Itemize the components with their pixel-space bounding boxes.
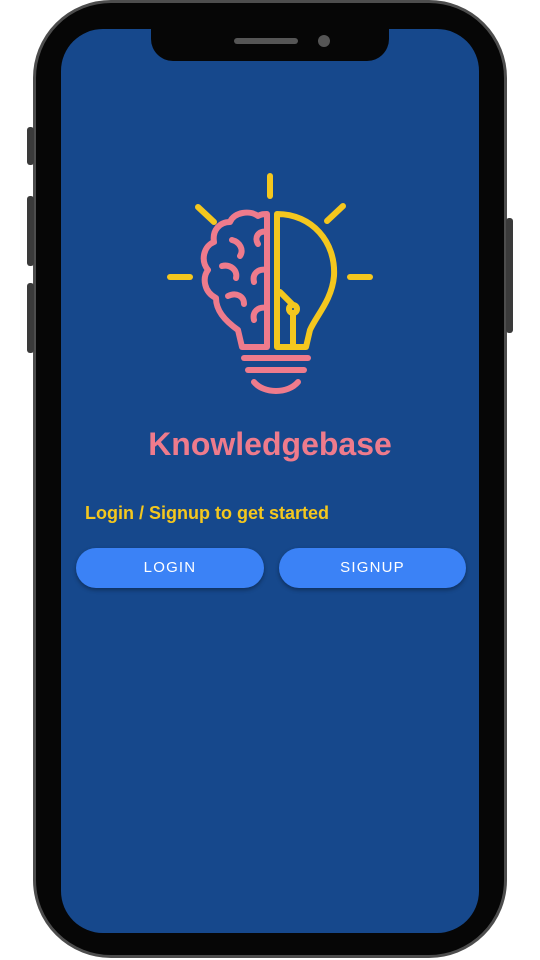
- app-screen: [61, 29, 479, 933]
- brain-lightbulb-icon: [167, 173, 373, 394]
- speaker-grille: [234, 38, 298, 44]
- power-button: [506, 218, 513, 333]
- signup-button[interactable]: SIGNUP: [279, 548, 466, 588]
- app-title: Knowledgebase: [148, 426, 392, 462]
- get-started-text: Login / Signup to get started: [85, 503, 329, 523]
- volume-up-button: [27, 196, 34, 266]
- phone-notch: [151, 22, 389, 61]
- mute-switch: [27, 127, 34, 165]
- volume-down-button: [27, 283, 34, 353]
- login-button[interactable]: LOGIN: [76, 548, 264, 588]
- front-camera: [318, 35, 330, 47]
